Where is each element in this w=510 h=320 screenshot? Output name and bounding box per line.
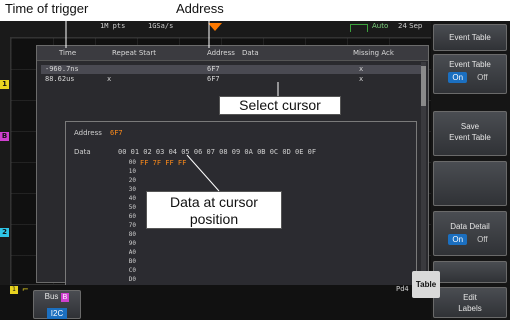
row-label: 80 xyxy=(128,231,136,238)
data-detail-on: On xyxy=(448,234,468,245)
data-label: Data xyxy=(74,148,91,156)
row-address: 6F7 xyxy=(207,75,220,83)
bus-button[interactable]: Bus B I2C xyxy=(33,290,81,319)
side-menu: Event Table Event Table On Off Save Even… xyxy=(431,21,510,320)
edit-labels-line1: Edit xyxy=(463,293,477,302)
event-table-title-label: Event Table xyxy=(449,33,491,42)
data-detail-off: Off xyxy=(477,235,488,244)
oscilloscope-screen: 1M pts 1GSa/s Auto 24 Sep 1 B 2 Time Rep… xyxy=(0,21,510,320)
row-label: 10 xyxy=(128,168,136,175)
row-label: 30 xyxy=(128,186,136,193)
bus-marker-icon: B xyxy=(0,132,9,141)
address-value: 6F7 xyxy=(110,129,123,137)
data-detail-label: Data Detail xyxy=(450,222,490,231)
event-table-title-button[interactable]: Event Table xyxy=(433,24,507,51)
bottom-menu-bar: 1 ⌐ Pd4 Bus B I2C xyxy=(0,285,431,320)
trigger-edge-icon xyxy=(350,24,368,32)
row-missing-ack: x xyxy=(359,65,364,73)
trigger-slope-icon: ⌐ xyxy=(22,285,29,294)
row-label: 60 xyxy=(128,213,136,220)
save-label-line1: Save xyxy=(460,122,480,131)
row-label: 40 xyxy=(128,195,136,202)
event-table-toggle-label: Event Table xyxy=(449,60,491,69)
address-label: Address xyxy=(74,129,102,137)
col-time: Time xyxy=(59,49,77,57)
event-table-header: Time Repeat Start Address Data Missing A… xyxy=(37,46,428,61)
cursor-data-values: FF 7F FF FF xyxy=(140,159,187,167)
table-softkey[interactable]: Table xyxy=(412,271,440,298)
table-row[interactable]: 88.62us x 6F7 x xyxy=(41,75,421,84)
row-missing-ack: x xyxy=(359,75,364,83)
time-of-trigger-callout: Time of trigger xyxy=(5,1,89,16)
data-detail-toggle-button[interactable]: Data Detail On Off xyxy=(433,211,507,256)
table-row[interactable]: -960.7ns 6F7 x xyxy=(41,65,421,74)
edit-labels-button[interactable]: Edit Labels xyxy=(433,287,507,318)
event-table-on: On xyxy=(448,72,468,83)
data-at-cursor-line1: Data at cursor xyxy=(170,194,258,210)
bus-type-badge: I2C xyxy=(46,308,68,319)
row-label: 90 xyxy=(128,240,136,247)
row-label: 20 xyxy=(128,177,136,184)
row-label: A0 xyxy=(128,249,136,256)
ch2-marker-icon: 2 xyxy=(0,228,9,237)
event-table-toggle-button[interactable]: Event Table On Off xyxy=(433,54,507,94)
save-event-table-button[interactable]: Save Event Table xyxy=(433,111,507,156)
edit-labels-line2: Labels xyxy=(458,304,482,313)
data-at-cursor-callout: Data at cursor position xyxy=(146,191,282,229)
row-label: B0 xyxy=(128,258,136,265)
col-address: Address xyxy=(207,49,235,57)
row-repeat-start: x xyxy=(107,75,112,83)
col-missing-ack: Missing Ack xyxy=(353,49,394,57)
row-address: 6F7 xyxy=(207,65,220,73)
event-table-scrollbar[interactable] xyxy=(421,62,426,280)
ch1-marker-icon: 1 xyxy=(0,80,9,89)
row-label: C0 xyxy=(128,267,136,274)
readout-pd4: Pd4 xyxy=(396,285,409,293)
col-data: Data xyxy=(242,49,259,57)
data-at-cursor-line2: position xyxy=(189,211,239,227)
row-label: D0 xyxy=(128,276,136,283)
trigger-position-icon xyxy=(208,23,222,31)
save-label-line2: Event Table xyxy=(449,133,491,142)
points-readout: 1M pts xyxy=(100,22,126,30)
ch1-status-icon: 1 xyxy=(10,286,18,294)
row-label: 50 xyxy=(128,204,136,211)
scrollbar-thumb[interactable] xyxy=(421,66,426,106)
hex-column-header: 00 01 02 03 04 05 06 07 08 09 0A 0B 0C 0… xyxy=(118,148,317,156)
row-label: 00 xyxy=(128,159,136,166)
select-cursor-callout: Select cursor xyxy=(219,96,341,115)
address-callout: Address xyxy=(176,1,224,16)
empty-menu-slot-2[interactable] xyxy=(433,261,507,283)
sample-rate-readout: 1GSa/s xyxy=(148,22,174,30)
bus-label: Bus xyxy=(44,292,59,301)
row-time: -960.7ns xyxy=(45,65,79,73)
date-readout: 24 Sep xyxy=(398,22,423,30)
row-time: 88.62us xyxy=(45,75,75,83)
empty-menu-slot[interactable] xyxy=(433,161,507,206)
bus-number-badge: B xyxy=(60,293,70,302)
event-table-off: Off xyxy=(477,73,488,82)
col-repeat-start: Repeat Start xyxy=(112,49,156,57)
trigger-mode-readout: Auto xyxy=(372,22,389,30)
row-label: 70 xyxy=(128,222,136,229)
